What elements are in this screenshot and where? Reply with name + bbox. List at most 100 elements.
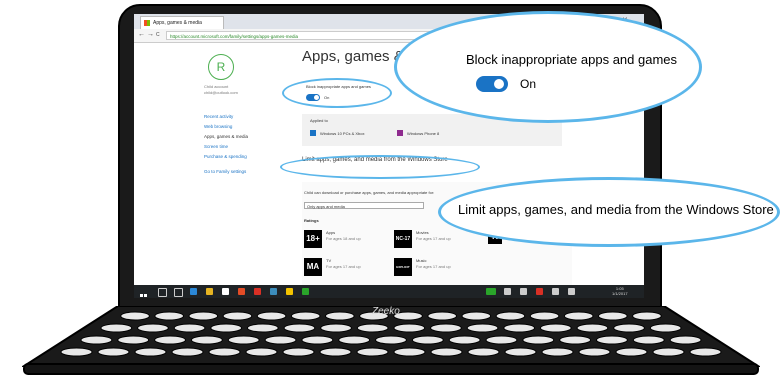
keyboard-key <box>208 347 241 357</box>
avatar: R <box>208 54 234 80</box>
rating-title: Music <box>416 258 427 263</box>
notification-icon[interactable] <box>536 288 543 295</box>
laptop-brand-logo: Zeeko <box>372 306 400 317</box>
action-center-icon[interactable] <box>568 288 575 295</box>
keyboard-key <box>563 311 594 321</box>
keyboard-key <box>227 335 260 345</box>
highlight-ring-toggle <box>282 78 392 108</box>
keyboard-key <box>578 347 611 357</box>
keyboard-key <box>188 311 219 321</box>
sidebar-link-recent-activity[interactable]: Recent activity <box>204 114 233 119</box>
keyboard-key <box>615 347 648 357</box>
keyboard-key <box>427 311 458 321</box>
keyboard-icon[interactable] <box>552 288 559 295</box>
keyboard-key <box>120 311 150 321</box>
keyboard-key <box>80 335 113 345</box>
keyboard-key <box>541 347 574 357</box>
keyboard-key <box>173 323 206 333</box>
browser-tab[interactable]: Apps, games & media <box>140 16 224 29</box>
keyboard-key <box>559 335 592 345</box>
keyboard-key <box>649 323 682 333</box>
microsoft-favicon-icon <box>144 20 150 26</box>
rating-desc: For ages 17 and up <box>416 236 451 241</box>
refresh-icon[interactable]: C <box>156 29 160 41</box>
network-icon[interactable] <box>504 288 511 295</box>
keyboard-key <box>652 347 685 357</box>
rating-tv-ma-icon: MA <box>304 258 322 276</box>
taskbar: 1:05 1/1/2017 <box>134 285 644 298</box>
callout-toggle-state: On <box>520 77 537 91</box>
keyboard-key <box>264 335 297 345</box>
sidebar-link-purchase-spending[interactable]: Purchase & spending <box>204 154 247 159</box>
forward-icon[interactable]: → <box>147 29 154 41</box>
keyboard-key <box>137 323 169 333</box>
keyboard-key <box>632 311 662 321</box>
app-icon[interactable] <box>302 288 309 295</box>
keyboard-key <box>319 347 352 357</box>
keyboard-key <box>669 335 702 345</box>
app-icon[interactable] <box>286 288 293 295</box>
keyboard-key <box>245 347 278 357</box>
rating-desc: For ages 17 and up <box>416 264 451 269</box>
taskbar-clock[interactable]: 1:05 1/1/2017 <box>612 286 628 296</box>
rating-title: Apps <box>326 230 336 235</box>
device-pc-xbox: Windows 10 PCs & Xbox <box>320 131 365 136</box>
search-icon[interactable] <box>158 288 167 297</box>
start-icon[interactable] <box>140 288 147 297</box>
keyboard-key <box>393 323 426 333</box>
task-view-icon[interactable] <box>174 288 183 297</box>
user-name: Child account <box>204 84 229 89</box>
device-phone: Windows Phone 8 <box>407 131 440 136</box>
keyboard-key <box>171 347 204 357</box>
app-icon[interactable] <box>270 288 277 295</box>
tab-title: Apps, games & media <box>153 20 202 26</box>
ratings-label: Ratings <box>304 218 319 223</box>
edge-icon[interactable] <box>190 288 197 295</box>
keyboard-key <box>324 311 355 321</box>
keyboard-key <box>466 323 499 333</box>
store-icon[interactable] <box>222 288 229 295</box>
toggle-knob <box>494 79 504 89</box>
keyboard-key <box>256 311 287 321</box>
back-icon[interactable]: ← <box>138 29 145 41</box>
keyboard-key <box>190 335 223 345</box>
age-select[interactable]: Only apps and media <box>304 202 424 209</box>
sidebar-link-screen-time[interactable]: Screen time <box>204 144 228 149</box>
keyboard-key <box>632 335 665 345</box>
keyboard-key <box>154 311 185 321</box>
keyboard-key <box>246 323 279 333</box>
keyboard-key <box>283 323 316 333</box>
keyboard-key <box>430 347 463 357</box>
user-email: child@outlook.com <box>204 90 238 95</box>
keyboard-key <box>290 311 321 321</box>
rating-nc17-icon: NC-17 <box>394 230 412 248</box>
windows-icon <box>310 130 316 136</box>
keyboard-key <box>154 335 187 345</box>
callout-toggle[interactable] <box>476 76 508 92</box>
sidebar-link-web-browsing[interactable]: Web browsing <box>204 124 232 129</box>
keyboard-key <box>504 347 537 357</box>
keyboard-key <box>529 311 560 321</box>
app-icon[interactable] <box>254 288 261 295</box>
chrome-icon[interactable] <box>238 288 245 295</box>
highlight-ring-limit <box>280 155 480 179</box>
sidebar-link-family-settings[interactable]: Go to Family settings <box>204 169 246 174</box>
callout-block-apps <box>394 11 702 123</box>
keyboard-key <box>613 323 645 333</box>
battery-icon[interactable] <box>486 288 496 295</box>
keyboard-key <box>134 347 167 357</box>
callout-limit-label: Limit apps, games, and media from the Wi… <box>458 202 774 217</box>
keyboard-key <box>522 335 555 345</box>
keyboard-key <box>356 347 389 357</box>
file-explorer-icon[interactable] <box>206 288 213 295</box>
keyboard-key <box>503 323 536 333</box>
keyboard-key <box>448 335 481 345</box>
keyboard-key <box>301 335 334 345</box>
volume-icon[interactable] <box>520 288 527 295</box>
keyboard-key <box>495 311 526 321</box>
keyboard-key <box>97 347 130 357</box>
sidebar-link-apps-games-media[interactable]: Apps, games & media <box>204 134 248 139</box>
keyboard-key <box>539 323 572 333</box>
keyboard-key <box>117 335 150 345</box>
keyboard-key <box>60 347 93 357</box>
